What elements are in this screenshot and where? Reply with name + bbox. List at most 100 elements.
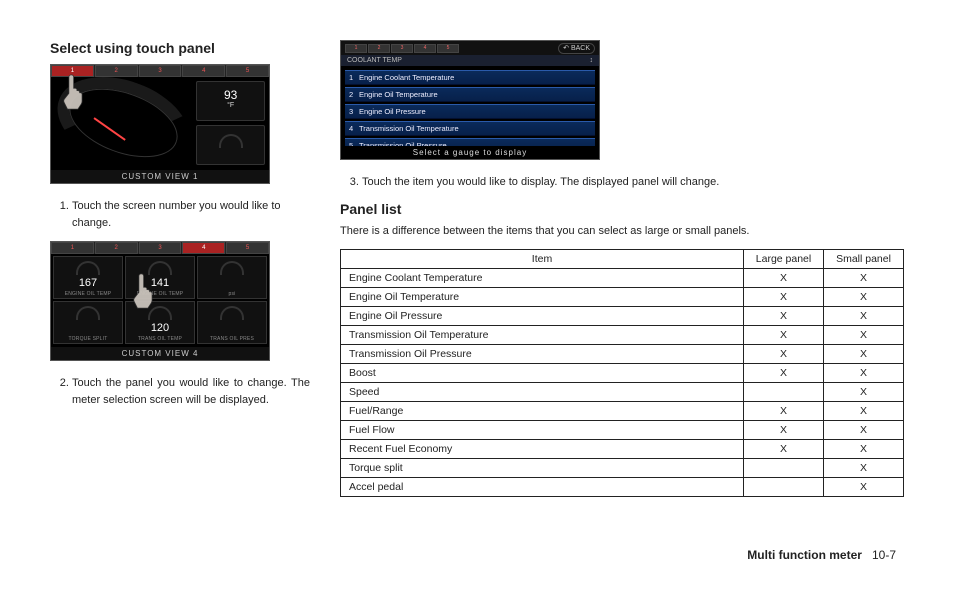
cell-small: X	[824, 269, 904, 288]
thumb-tab: 2	[95, 65, 138, 77]
cell-large: X	[744, 421, 824, 440]
cell-small: X	[824, 288, 904, 307]
table-row: Speed X	[341, 383, 904, 402]
cell-item: Engine Oil Temperature	[341, 288, 744, 307]
left-column: Select using touch panel 1 2 3 4 5 93 °F	[50, 40, 310, 497]
panel-cell: 167ENGINE OIL TEMP	[53, 256, 123, 299]
footer-page: 10-7	[872, 548, 896, 562]
screenshot-custom-view-4: 1 2 3 4 5 167ENGINE OIL TEMP 141ENGINE O…	[50, 241, 270, 361]
menu-row: 3Engine Oil Pressure	[345, 104, 595, 119]
cell-item: Fuel/Range	[341, 402, 744, 421]
steps-list: Touch the item you would like to display…	[340, 174, 904, 191]
panel-list-table: Item Large panel Small panel Engine Cool…	[340, 249, 904, 497]
th-large: Large panel	[744, 250, 824, 269]
thumb-footer: CUSTOM VIEW 4	[51, 347, 269, 360]
steps-list: Touch the panel you would like to change…	[50, 375, 310, 408]
cell-item: Recent Fuel Economy	[341, 440, 744, 459]
cell-large: X	[744, 402, 824, 421]
cell-large	[744, 478, 824, 497]
thumb-tab: 5	[437, 44, 459, 53]
heading-select-touch: Select using touch panel	[50, 40, 310, 56]
cell-large	[744, 459, 824, 478]
page-footer: Multi function meter 10-7	[747, 548, 896, 562]
cell-large: X	[744, 307, 824, 326]
thumb-tab: 5	[226, 65, 269, 77]
cell-small: X	[824, 307, 904, 326]
cell-small: X	[824, 459, 904, 478]
menu-row: 2Engine Oil Temperature	[345, 87, 595, 102]
thumb-tab: 3	[139, 242, 182, 254]
gauge-mini: 93 °F	[196, 81, 265, 121]
thumb-footer: CUSTOM VIEW 1	[51, 170, 269, 183]
pointing-hand-icon	[131, 272, 161, 310]
page-columns: Select using touch panel 1 2 3 4 5 93 °F	[50, 40, 904, 497]
thumb-tab: 1	[345, 44, 367, 53]
gauge-mini	[196, 125, 265, 165]
cell-small: X	[824, 440, 904, 459]
table-row: Engine Oil TemperatureXX	[341, 288, 904, 307]
thumb-tab: 4	[414, 44, 436, 53]
cell-small: X	[824, 326, 904, 345]
cell-item: Boost	[341, 364, 744, 383]
table-row: Transmission Oil TemperatureXX	[341, 326, 904, 345]
table-row: Fuel/RangeXX	[341, 402, 904, 421]
menu-row: 1Engine Coolant Temperature	[345, 70, 595, 85]
footer-section: Multi function meter	[747, 548, 862, 562]
menu-sub-header: COOLANT TEMP	[347, 57, 402, 64]
cell-large: X	[744, 326, 824, 345]
back-button: ↶ BACK	[558, 43, 595, 54]
cell-large: X	[744, 440, 824, 459]
table-row: Accel pedal X	[341, 478, 904, 497]
thumb-tab: 2	[368, 44, 390, 53]
panel-cell: TORQUE SPLIT	[53, 301, 123, 344]
thumb-tab: 4	[182, 65, 225, 77]
cell-small: X	[824, 421, 904, 440]
screenshot-custom-view-1: 1 2 3 4 5 93 °F	[50, 64, 270, 184]
table-row: Engine Coolant TemperatureXX	[341, 269, 904, 288]
thumb-tab: 1	[51, 242, 94, 254]
th-item: Item	[341, 250, 744, 269]
cell-item: Transmission Oil Temperature	[341, 326, 744, 345]
cell-item: Torque split	[341, 459, 744, 478]
step-text: Touch the screen number you would like t…	[72, 198, 310, 231]
panel-cell: psi	[197, 256, 267, 299]
cell-small: X	[824, 383, 904, 402]
right-column: 1 2 3 4 5 ↶ BACK COOLANT TEMP↕ 1Engine C…	[340, 40, 904, 497]
heading-panel-list: Panel list	[340, 201, 904, 217]
table-row: Recent Fuel EconomyXX	[341, 440, 904, 459]
panel-list-intro: There is a difference between the items …	[340, 223, 904, 240]
table-row: Engine Oil PressureXX	[341, 307, 904, 326]
step-text: Touch the panel you would like to change…	[72, 375, 310, 408]
thumb-tab: 2	[95, 242, 138, 254]
th-small: Small panel	[824, 250, 904, 269]
menu-row: 4Transmission Oil Temperature	[345, 121, 595, 136]
cell-item: Speed	[341, 383, 744, 402]
cell-large: X	[744, 288, 824, 307]
panel-cell: TRANS OIL PRES	[197, 301, 267, 344]
cell-small: X	[824, 364, 904, 383]
cell-large: X	[744, 364, 824, 383]
steps-list: Touch the screen number you would like t…	[50, 198, 310, 231]
thumb-tab: 3	[139, 65, 182, 77]
thumb-tab: 4	[182, 242, 225, 254]
table-row: Torque split X	[341, 459, 904, 478]
cell-item: Accel pedal	[341, 478, 744, 497]
table-row: Transmission Oil PressureXX	[341, 345, 904, 364]
cell-small: X	[824, 345, 904, 364]
cell-small: X	[824, 478, 904, 497]
table-row: Fuel FlowXX	[341, 421, 904, 440]
thumb-tab: 5	[226, 242, 269, 254]
thumb-footer: Select a gauge to display	[341, 146, 599, 159]
cell-item: Transmission Oil Pressure	[341, 345, 744, 364]
thumb-tab: 3	[391, 44, 413, 53]
pointing-hand-icon	[61, 73, 91, 111]
cell-large: X	[744, 345, 824, 364]
cell-small: X	[824, 402, 904, 421]
cell-item: Fuel Flow	[341, 421, 744, 440]
cell-item: Engine Oil Pressure	[341, 307, 744, 326]
cell-large	[744, 383, 824, 402]
cell-item: Engine Coolant Temperature	[341, 269, 744, 288]
cell-large: X	[744, 269, 824, 288]
step-text: Touch the item you would like to display…	[362, 174, 904, 191]
table-row: BoostXX	[341, 364, 904, 383]
